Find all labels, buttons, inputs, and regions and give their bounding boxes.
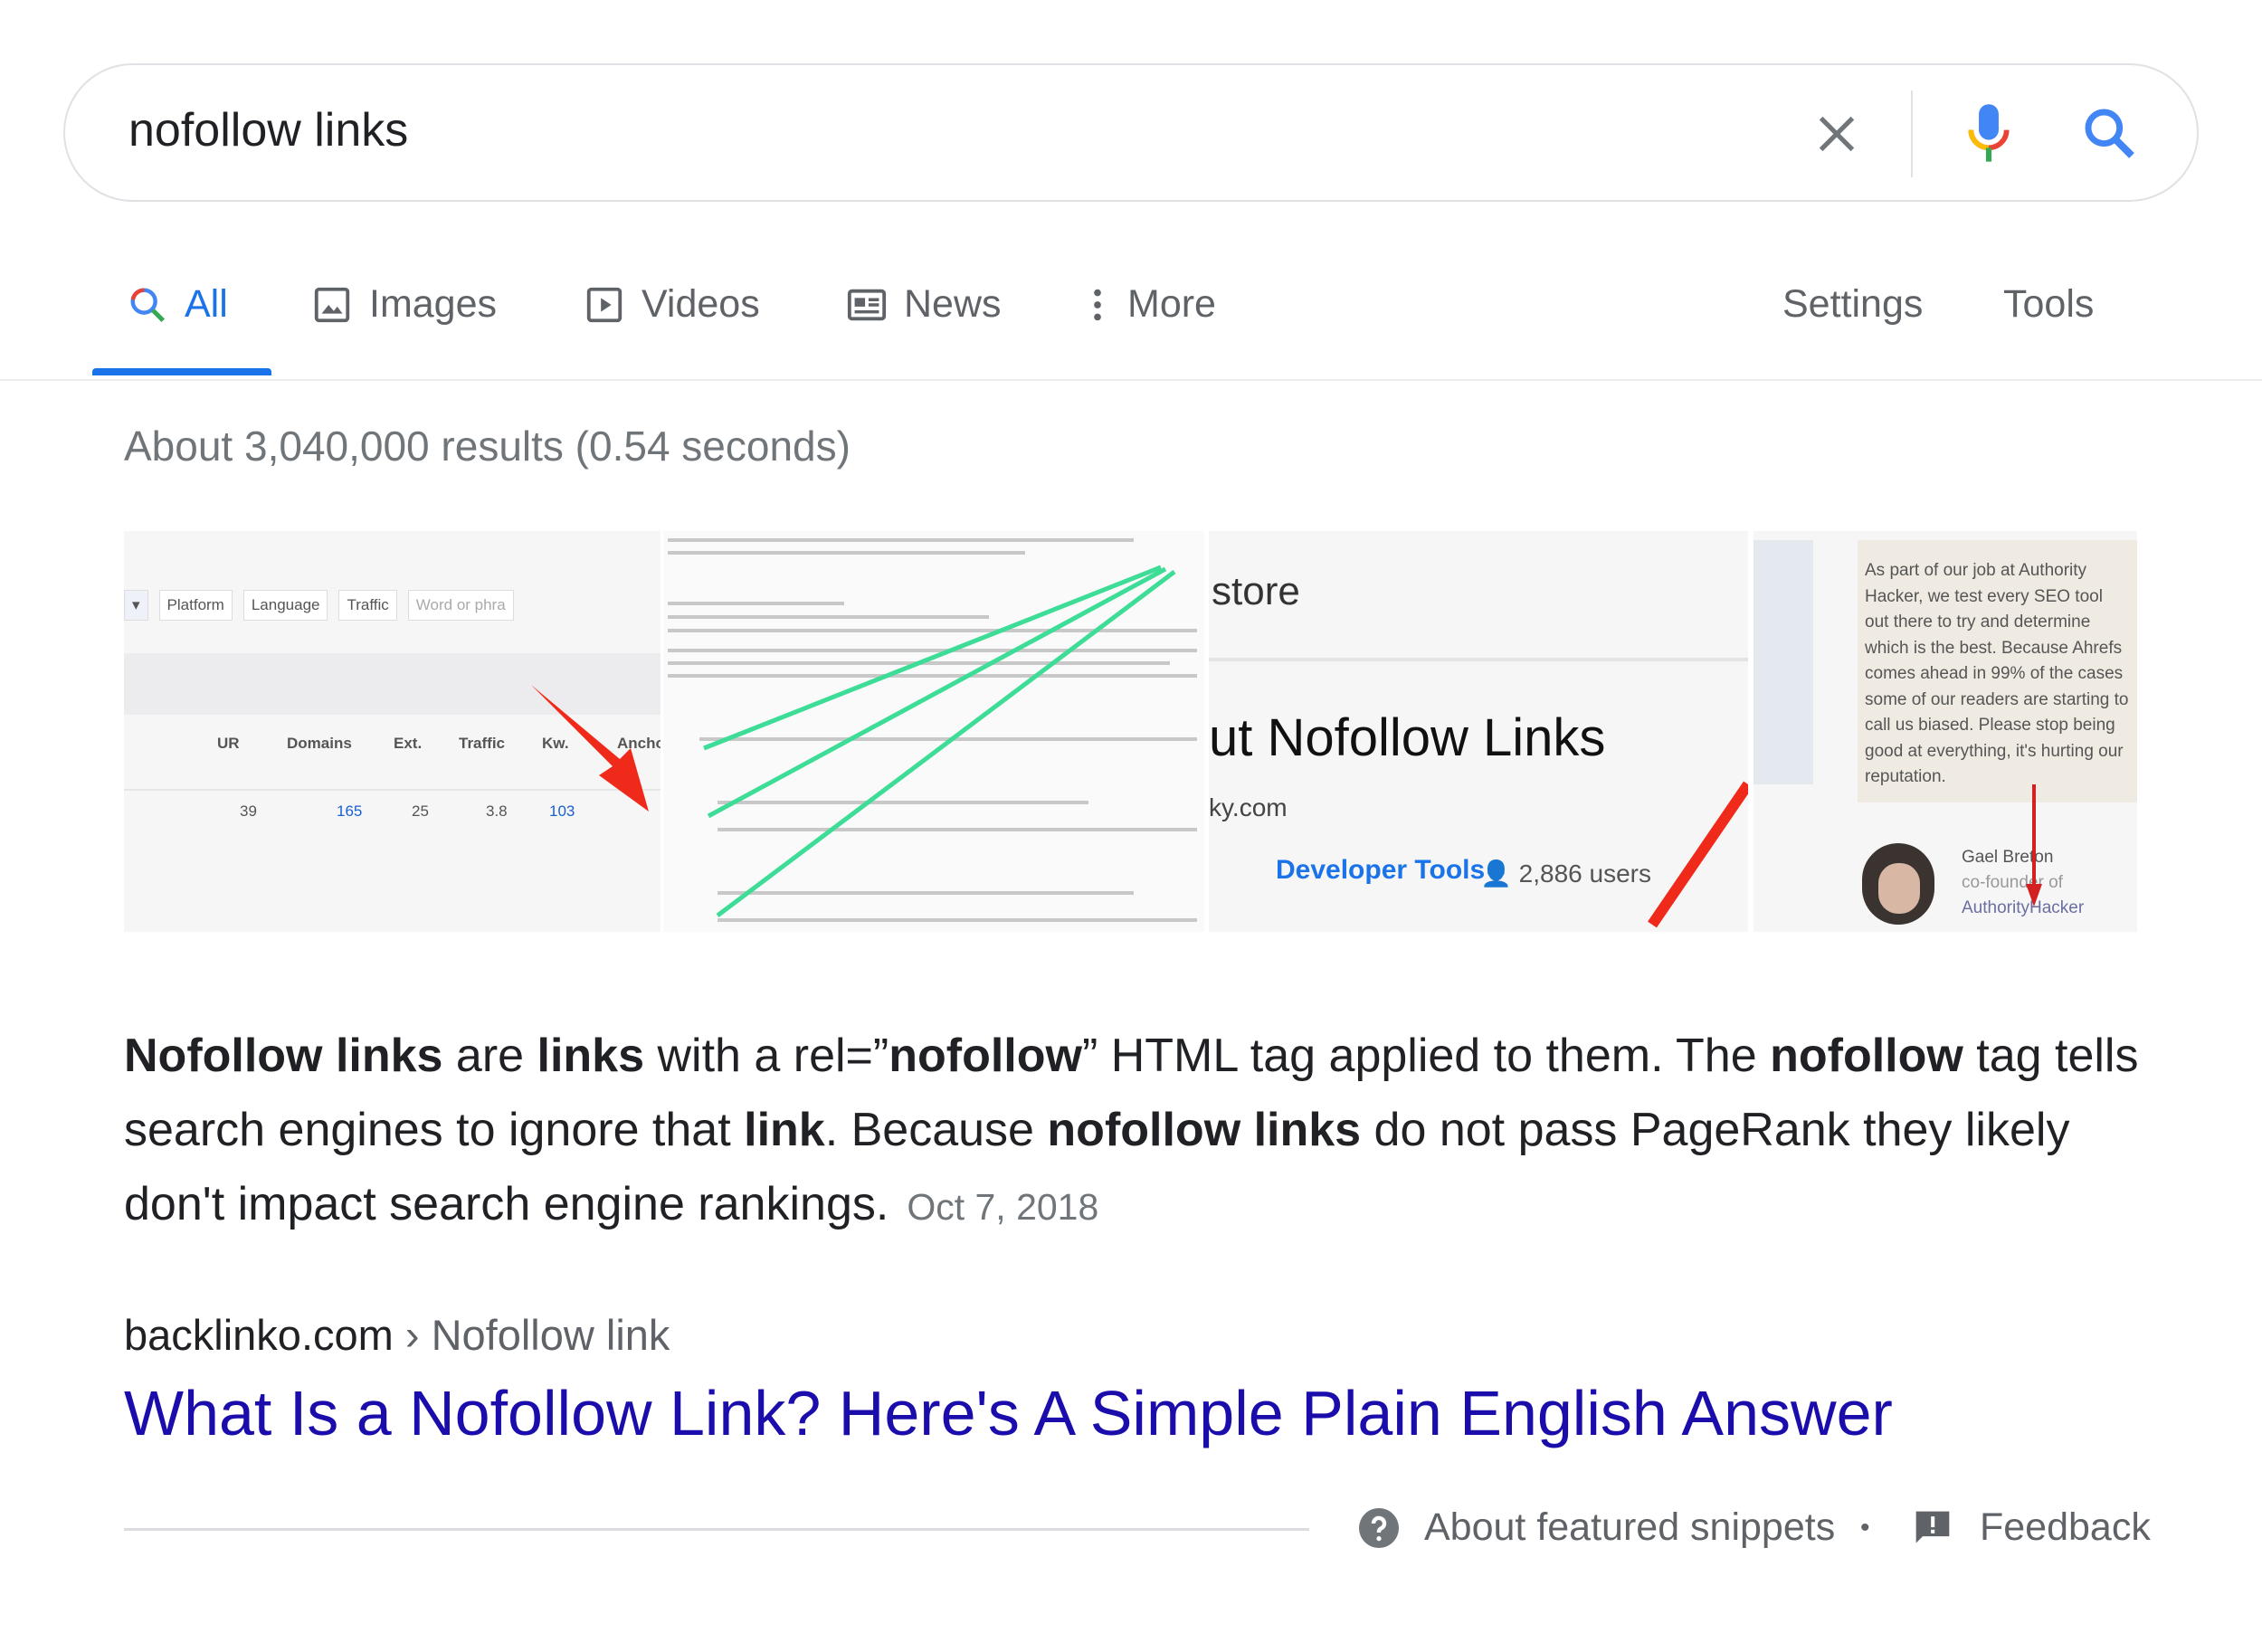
code-screenshot — [668, 538, 1197, 922]
avatar — [1862, 843, 1934, 925]
about-label: About featured snippets — [1424, 1505, 1836, 1549]
feedback-link[interactable]: Feedback — [1913, 1505, 2151, 1550]
tab-label: News — [904, 282, 1002, 326]
category-link: Developer Tools — [1276, 855, 1486, 885]
tab-more[interactable]: More — [1077, 282, 1216, 327]
filter: Platform — [158, 590, 233, 621]
filter: Traffic — [338, 590, 397, 621]
active-tab-indicator — [92, 368, 271, 375]
result-domain: backlinko.com — [124, 1311, 394, 1359]
result-stats: About 3,040,000 results (0.54 seconds) — [124, 422, 851, 470]
red-arrow — [1648, 781, 1748, 928]
help-icon — [1359, 1507, 1399, 1548]
heading-text: ut Nofollow Links — [1209, 708, 1606, 767]
tab-images[interactable]: Images — [311, 282, 497, 327]
tab-label: Videos — [642, 282, 760, 326]
breadcrumb-path: Nofollow link — [431, 1311, 670, 1359]
snippet-text: are — [442, 1030, 537, 1082]
cell: 39 — [240, 802, 257, 820]
column: Domains — [287, 735, 352, 752]
tab-all[interactable]: All — [127, 282, 228, 327]
person-role: co-founder of — [1962, 873, 2063, 892]
red-arrow — [531, 685, 649, 812]
snippet-text: with a rel=” — [644, 1030, 889, 1082]
separator-dot: • — [1860, 1513, 1870, 1543]
company: AuthorityHacker — [1962, 898, 2085, 917]
cell: 3.8 — [486, 802, 508, 820]
snippet-bold-term: nofollow — [1770, 1030, 1963, 1082]
snippet-text: . Because — [824, 1104, 1048, 1156]
divider — [124, 1528, 1309, 1531]
users-count: 2,886 users — [1518, 859, 1651, 888]
column: Ext. — [394, 735, 423, 752]
clear-icon[interactable] — [1802, 100, 1871, 168]
search-icon[interactable] — [2076, 100, 2144, 168]
snippet-bold-term: Nofollow links — [124, 1030, 443, 1082]
tab-label: All — [185, 282, 228, 326]
search-icon — [130, 288, 166, 322]
snippet-date: Oct 7, 2018 — [907, 1186, 1099, 1228]
microphone-icon[interactable] — [1954, 100, 2023, 168]
news-icon — [847, 289, 887, 320]
divider — [1911, 90, 1913, 177]
cell: 25 — [412, 802, 429, 820]
red-arrow — [2026, 784, 2042, 907]
breadcrumb-separator: › — [404, 1311, 420, 1359]
featured-snippet-text: Nofollow links are links with a rel=”nof… — [124, 1019, 2151, 1244]
tools-link[interactable]: Tools — [2003, 282, 2094, 327]
tab-news[interactable]: News — [846, 282, 1002, 327]
image-thumbnail-1[interactable]: ▾ Platform Language Traffic Word or phra… — [124, 531, 661, 932]
snippet-bold-term: nofollow links — [1047, 1104, 1362, 1156]
search-input[interactable]: nofollow links — [128, 103, 408, 157]
image-thumbnail-2[interactable] — [663, 531, 1204, 932]
feedback-icon — [1915, 1511, 1950, 1543]
image-thumbnail-4[interactable]: As part of our job at Authority Hacker, … — [1754, 531, 2137, 932]
search-box[interactable]: nofollow links — [63, 63, 2199, 202]
feedback-label: Feedback — [1980, 1505, 2151, 1549]
more-vert-icon — [1094, 289, 1101, 320]
snippet-bold-term: nofollow — [889, 1030, 1082, 1082]
snippet-bold-term: link — [744, 1104, 825, 1156]
quote-text: As part of our job at Authority Hacker, … — [1858, 540, 2137, 802]
snippet-text: ” HTML tag applied to them. The — [1081, 1030, 1771, 1082]
store-text: store — [1212, 569, 1300, 613]
image-thumbnail-3[interactable]: store ut Nofollow Links ky.com Developer… — [1209, 531, 1748, 932]
tab-videos[interactable]: Videos — [584, 282, 760, 327]
domain-text: ky.com — [1209, 793, 1288, 821]
divider — [0, 379, 2262, 381]
breadcrumb: backlinko.com › Nofollow link — [124, 1310, 670, 1360]
result-title-link[interactable]: What Is a Nofollow Link? Here's A Simple… — [124, 1377, 1893, 1449]
video-icon — [586, 287, 623, 322]
snippet-bold-term: links — [537, 1030, 645, 1082]
cell: 165 — [337, 802, 363, 820]
image-icon — [314, 287, 350, 322]
settings-link[interactable]: Settings — [1782, 282, 1923, 327]
tab-label: Images — [369, 282, 498, 326]
column: Traffic — [459, 735, 506, 752]
filter: Language — [242, 590, 328, 621]
about-featured-snippets-link[interactable]: About featured snippets — [1357, 1505, 1835, 1550]
tab-label: More — [1127, 282, 1216, 326]
filter: Word or phra — [407, 590, 514, 621]
column: UR — [217, 735, 240, 752]
